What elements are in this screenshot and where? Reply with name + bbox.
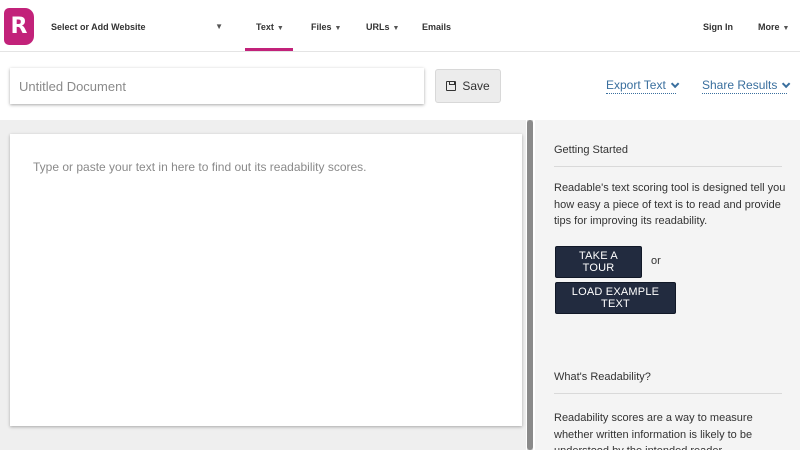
caret-down-icon: ▼ [276, 25, 284, 32]
nav-tab-text[interactable]: Text ▼ [256, 17, 284, 37]
export-text-label: Export Text [606, 78, 666, 92]
caret-down-icon: ▼ [215, 22, 223, 31]
getting-started-text: Readable's text scoring tool is designed… [554, 182, 786, 227]
share-results-label: Share Results [702, 78, 778, 92]
nav-tab-emails-label: Emails [422, 22, 452, 32]
caret-down-icon: ▼ [334, 25, 342, 32]
more-menu[interactable]: More ▼ [758, 17, 789, 37]
nav-tab-urls-label: URLs [366, 22, 390, 32]
whats-readability-heading: What's Readability? [554, 371, 782, 394]
whats-readability-text: Readability scores are a way to measure … [554, 412, 753, 450]
nav-tab-text-label: Text [256, 22, 274, 32]
text-editor[interactable] [10, 134, 522, 426]
scrollbar-thumb[interactable] [527, 120, 533, 450]
take-a-tour-button[interactable]: TAKE A TOUR [555, 246, 642, 278]
load-example-text-button[interactable]: LOAD EXAMPLE TEXT [555, 282, 676, 314]
share-results-dropdown[interactable]: Share Results [702, 78, 791, 94]
export-text-dropdown[interactable]: Export Text [606, 78, 680, 94]
panel-scrollbar[interactable] [527, 120, 533, 450]
document-title-input[interactable] [10, 68, 424, 104]
top-navigation: R Select or Add Website ▼ Text ▼ Files ▼ U… [0, 0, 800, 52]
active-tab-indicator [245, 48, 293, 51]
nav-tab-emails[interactable]: Emails [422, 17, 451, 37]
nav-tab-files[interactable]: Files ▼ [311, 17, 341, 37]
save-button-label: Save [462, 79, 490, 93]
chevron-down-icon [782, 79, 791, 89]
save-button[interactable]: Save [435, 69, 501, 103]
readable-logo[interactable]: R [4, 8, 34, 45]
chevron-down-icon [670, 79, 680, 89]
website-selector[interactable]: Select or Add Website ▼ [51, 17, 223, 37]
more-menu-label: More [758, 22, 780, 32]
caret-down-icon: ▼ [392, 25, 400, 32]
sign-in-label: Sign In [703, 22, 733, 32]
sign-in-link[interactable]: Sign In [703, 17, 733, 37]
nav-tab-files-label: Files [311, 22, 332, 32]
floppy-disk-icon [446, 81, 457, 91]
caret-down-icon: ▼ [782, 25, 790, 32]
nav-tab-urls[interactable]: URLs ▼ [366, 17, 399, 37]
website-selector-label: Select or Add Website [51, 22, 146, 32]
or-separator: or [651, 255, 661, 267]
sidebar: Getting Started Readable's text scoring … [535, 120, 800, 450]
getting-started-heading: Getting Started [554, 144, 782, 167]
